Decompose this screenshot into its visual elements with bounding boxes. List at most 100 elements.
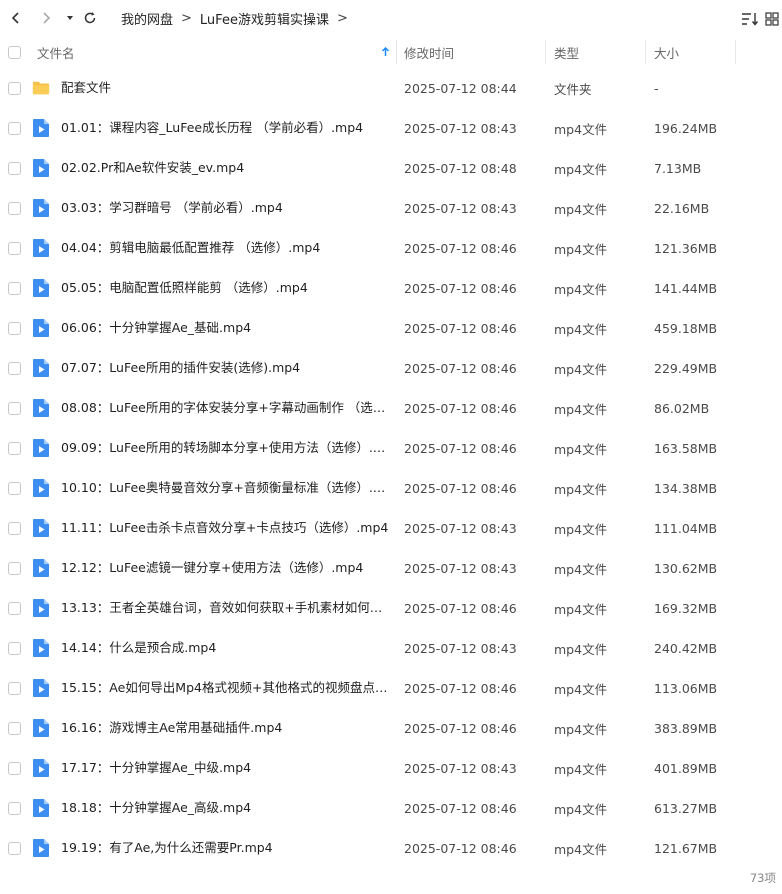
row-checkbox[interactable]: [8, 802, 21, 815]
file-type: mp4文件: [554, 321, 608, 337]
file-type: 文件夹: [554, 81, 592, 97]
file-row[interactable]: 11.11：LuFee击杀卡点音效分享+卡点技巧（选修）.mp4 2025-07…: [0, 508, 782, 548]
video-file-icon: [33, 159, 49, 177]
row-checkbox[interactable]: [8, 242, 21, 255]
row-checkbox[interactable]: [8, 762, 21, 775]
file-size: 7.13MB: [654, 160, 702, 176]
file-name: 11.11：LuFee击杀卡点音效分享+卡点技巧（选修）.mp4: [61, 520, 389, 535]
file-row[interactable]: 13.13：王者全英雄台词，音效如何获取+手机素材如何传到... 2025-07…: [0, 588, 782, 628]
breadcrumb-item-current[interactable]: LuFee游戏剪辑实操课: [200, 9, 329, 28]
arrow-up-icon: [381, 47, 390, 56]
row-checkbox[interactable]: [8, 322, 21, 335]
file-row[interactable]: 17.17：十分钟掌握Ae_中级.mp4 2025-07-12 08:43 mp…: [0, 748, 782, 788]
video-file-icon: [33, 239, 49, 257]
column-header-type[interactable]: 类型: [554, 36, 644, 68]
column-divider[interactable]: [545, 40, 546, 64]
file-modified: 2025-07-12 08:43: [404, 760, 517, 776]
file-row[interactable]: 18.18：十分钟掌握Ae_高级.mp4 2025-07-12 08:46 mp…: [0, 788, 782, 828]
chevron-right-icon: [43, 12, 51, 24]
file-row[interactable]: 15.15：Ae如何导出Mp4格式视频+其他格式的视频盘点.m... 2025-…: [0, 668, 782, 708]
row-checkbox[interactable]: [8, 82, 21, 95]
file-size: 130.62MB: [654, 560, 718, 576]
file-size: 113.06MB: [654, 680, 718, 696]
file-row[interactable]: 09.09：LuFee所用的转场脚本分享+使用方法（选修）.mp4 2025-0…: [0, 428, 782, 468]
row-checkbox[interactable]: [8, 602, 21, 615]
column-divider[interactable]: [396, 40, 397, 64]
refresh-button[interactable]: [80, 8, 100, 28]
file-type: mp4文件: [554, 201, 608, 217]
select-all-checkbox[interactable]: [8, 46, 21, 59]
folder-icon: [32, 81, 50, 95]
file-size: 383.89MB: [654, 720, 718, 736]
file-type: mp4文件: [554, 241, 608, 257]
file-type: mp4文件: [554, 161, 608, 177]
row-checkbox[interactable]: [8, 842, 21, 855]
row-checkbox[interactable]: [8, 562, 21, 575]
video-file-icon: [33, 519, 49, 537]
file-type: mp4文件: [554, 361, 608, 377]
file-row[interactable]: 03.03：学习群暗号 （学前必看）.mp4 2025-07-12 08:43 …: [0, 188, 782, 228]
file-modified: 2025-07-12 08:46: [404, 320, 517, 336]
file-name: 02.02.Pr和Ae软件安装_ev.mp4: [61, 160, 245, 175]
row-checkbox[interactable]: [8, 402, 21, 415]
file-size: 121.67MB: [654, 840, 718, 856]
row-checkbox[interactable]: [8, 682, 21, 695]
file-name: 配套文件: [61, 80, 112, 95]
column-divider[interactable]: [735, 40, 736, 64]
row-checkbox[interactable]: [8, 282, 21, 295]
row-checkbox[interactable]: [8, 482, 21, 495]
row-checkbox[interactable]: [8, 442, 21, 455]
video-file-icon: [33, 799, 49, 817]
file-row[interactable]: 16.16：游戏博主Ae常用基础插件.mp4 2025-07-12 08:46 …: [0, 708, 782, 748]
row-checkbox[interactable]: [8, 362, 21, 375]
row-checkbox[interactable]: [8, 522, 21, 535]
video-file-icon: [33, 839, 49, 857]
video-file-icon: [33, 719, 49, 737]
file-row[interactable]: 12.12：LuFee滤镜一键分享+使用方法（选修）.mp4 2025-07-1…: [0, 548, 782, 588]
file-row[interactable]: 08.08：LuFee所用的字体安装分享+字幕动画制作 （选修... 2025-…: [0, 388, 782, 428]
file-row[interactable]: 06.06：十分钟掌握Ae_基础.mp4 2025-07-12 08:46 mp…: [0, 308, 782, 348]
file-row[interactable]: 02.02.Pr和Ae软件安装_ev.mp4 2025-07-12 08:48 …: [0, 148, 782, 188]
row-checkbox[interactable]: [8, 642, 21, 655]
file-row[interactable]: 配套文件 2025-07-12 08:44 文件夹 -: [0, 68, 782, 108]
file-row[interactable]: 07.07：LuFee所用的插件安装(选修).mp4 2025-07-12 08…: [0, 348, 782, 388]
file-row[interactable]: 10.10：LuFee奥特曼音效分享+音频衡量标准（选修）.mp4 2025-0…: [0, 468, 782, 508]
file-row[interactable]: 05.05：电脑配置低照样能剪 （选修）.mp4 2025-07-12 08:4…: [0, 268, 782, 308]
column-header-size[interactable]: 大小: [654, 36, 734, 68]
file-modified: 2025-07-12 08:46: [404, 280, 517, 296]
file-name: 17.17：十分钟掌握Ae_中级.mp4: [61, 760, 252, 775]
file-type: mp4文件: [554, 481, 608, 497]
forward-button[interactable]: [36, 8, 56, 28]
file-size: 401.89MB: [654, 760, 718, 776]
caret-down-icon: [67, 16, 73, 20]
file-row[interactable]: 19.19：有了Ae,为什么还需要Pr.mp4 2025-07-12 08:46…: [0, 828, 782, 868]
row-checkbox[interactable]: [8, 722, 21, 735]
file-size: 134.38MB: [654, 480, 718, 496]
column-header-name[interactable]: 文件名: [37, 36, 389, 68]
grid-view-button[interactable]: [762, 9, 782, 29]
file-name: 19.19：有了Ae,为什么还需要Pr.mp4: [61, 840, 273, 855]
row-checkbox[interactable]: [8, 122, 21, 135]
file-type: mp4文件: [554, 761, 608, 777]
file-row[interactable]: 04.04：剪辑电脑最低配置推荐 （选修）.mp4 2025-07-12 08:…: [0, 228, 782, 268]
file-type: mp4文件: [554, 121, 608, 137]
file-type: mp4文件: [554, 601, 608, 617]
breadcrumb-item-root[interactable]: 我的网盘: [121, 9, 173, 28]
file-modified: 2025-07-12 08:46: [404, 720, 517, 736]
video-file-icon: [33, 599, 49, 617]
file-row[interactable]: 14.14：什么是预合成.mp4 2025-07-12 08:43 mp4文件 …: [0, 628, 782, 668]
file-row[interactable]: 01.01：课程内容_LuFee成长历程 （学前必看）.mp4 2025-07-…: [0, 108, 782, 148]
row-checkbox[interactable]: [8, 162, 21, 175]
file-size: 163.58MB: [654, 440, 718, 456]
video-file-icon: [33, 439, 49, 457]
sort-button[interactable]: [740, 9, 760, 29]
file-name: 09.09：LuFee所用的转场脚本分享+使用方法（选修）.mp4: [61, 440, 389, 455]
column-header-modified[interactable]: 修改时间: [404, 36, 544, 68]
file-type: mp4文件: [554, 641, 608, 657]
file-size: 141.44MB: [654, 280, 718, 296]
column-divider[interactable]: [645, 40, 646, 64]
file-modified: 2025-07-12 08:43: [404, 520, 517, 536]
row-checkbox[interactable]: [8, 202, 21, 215]
back-button[interactable]: [6, 8, 26, 28]
history-dropdown-button[interactable]: [60, 8, 80, 28]
